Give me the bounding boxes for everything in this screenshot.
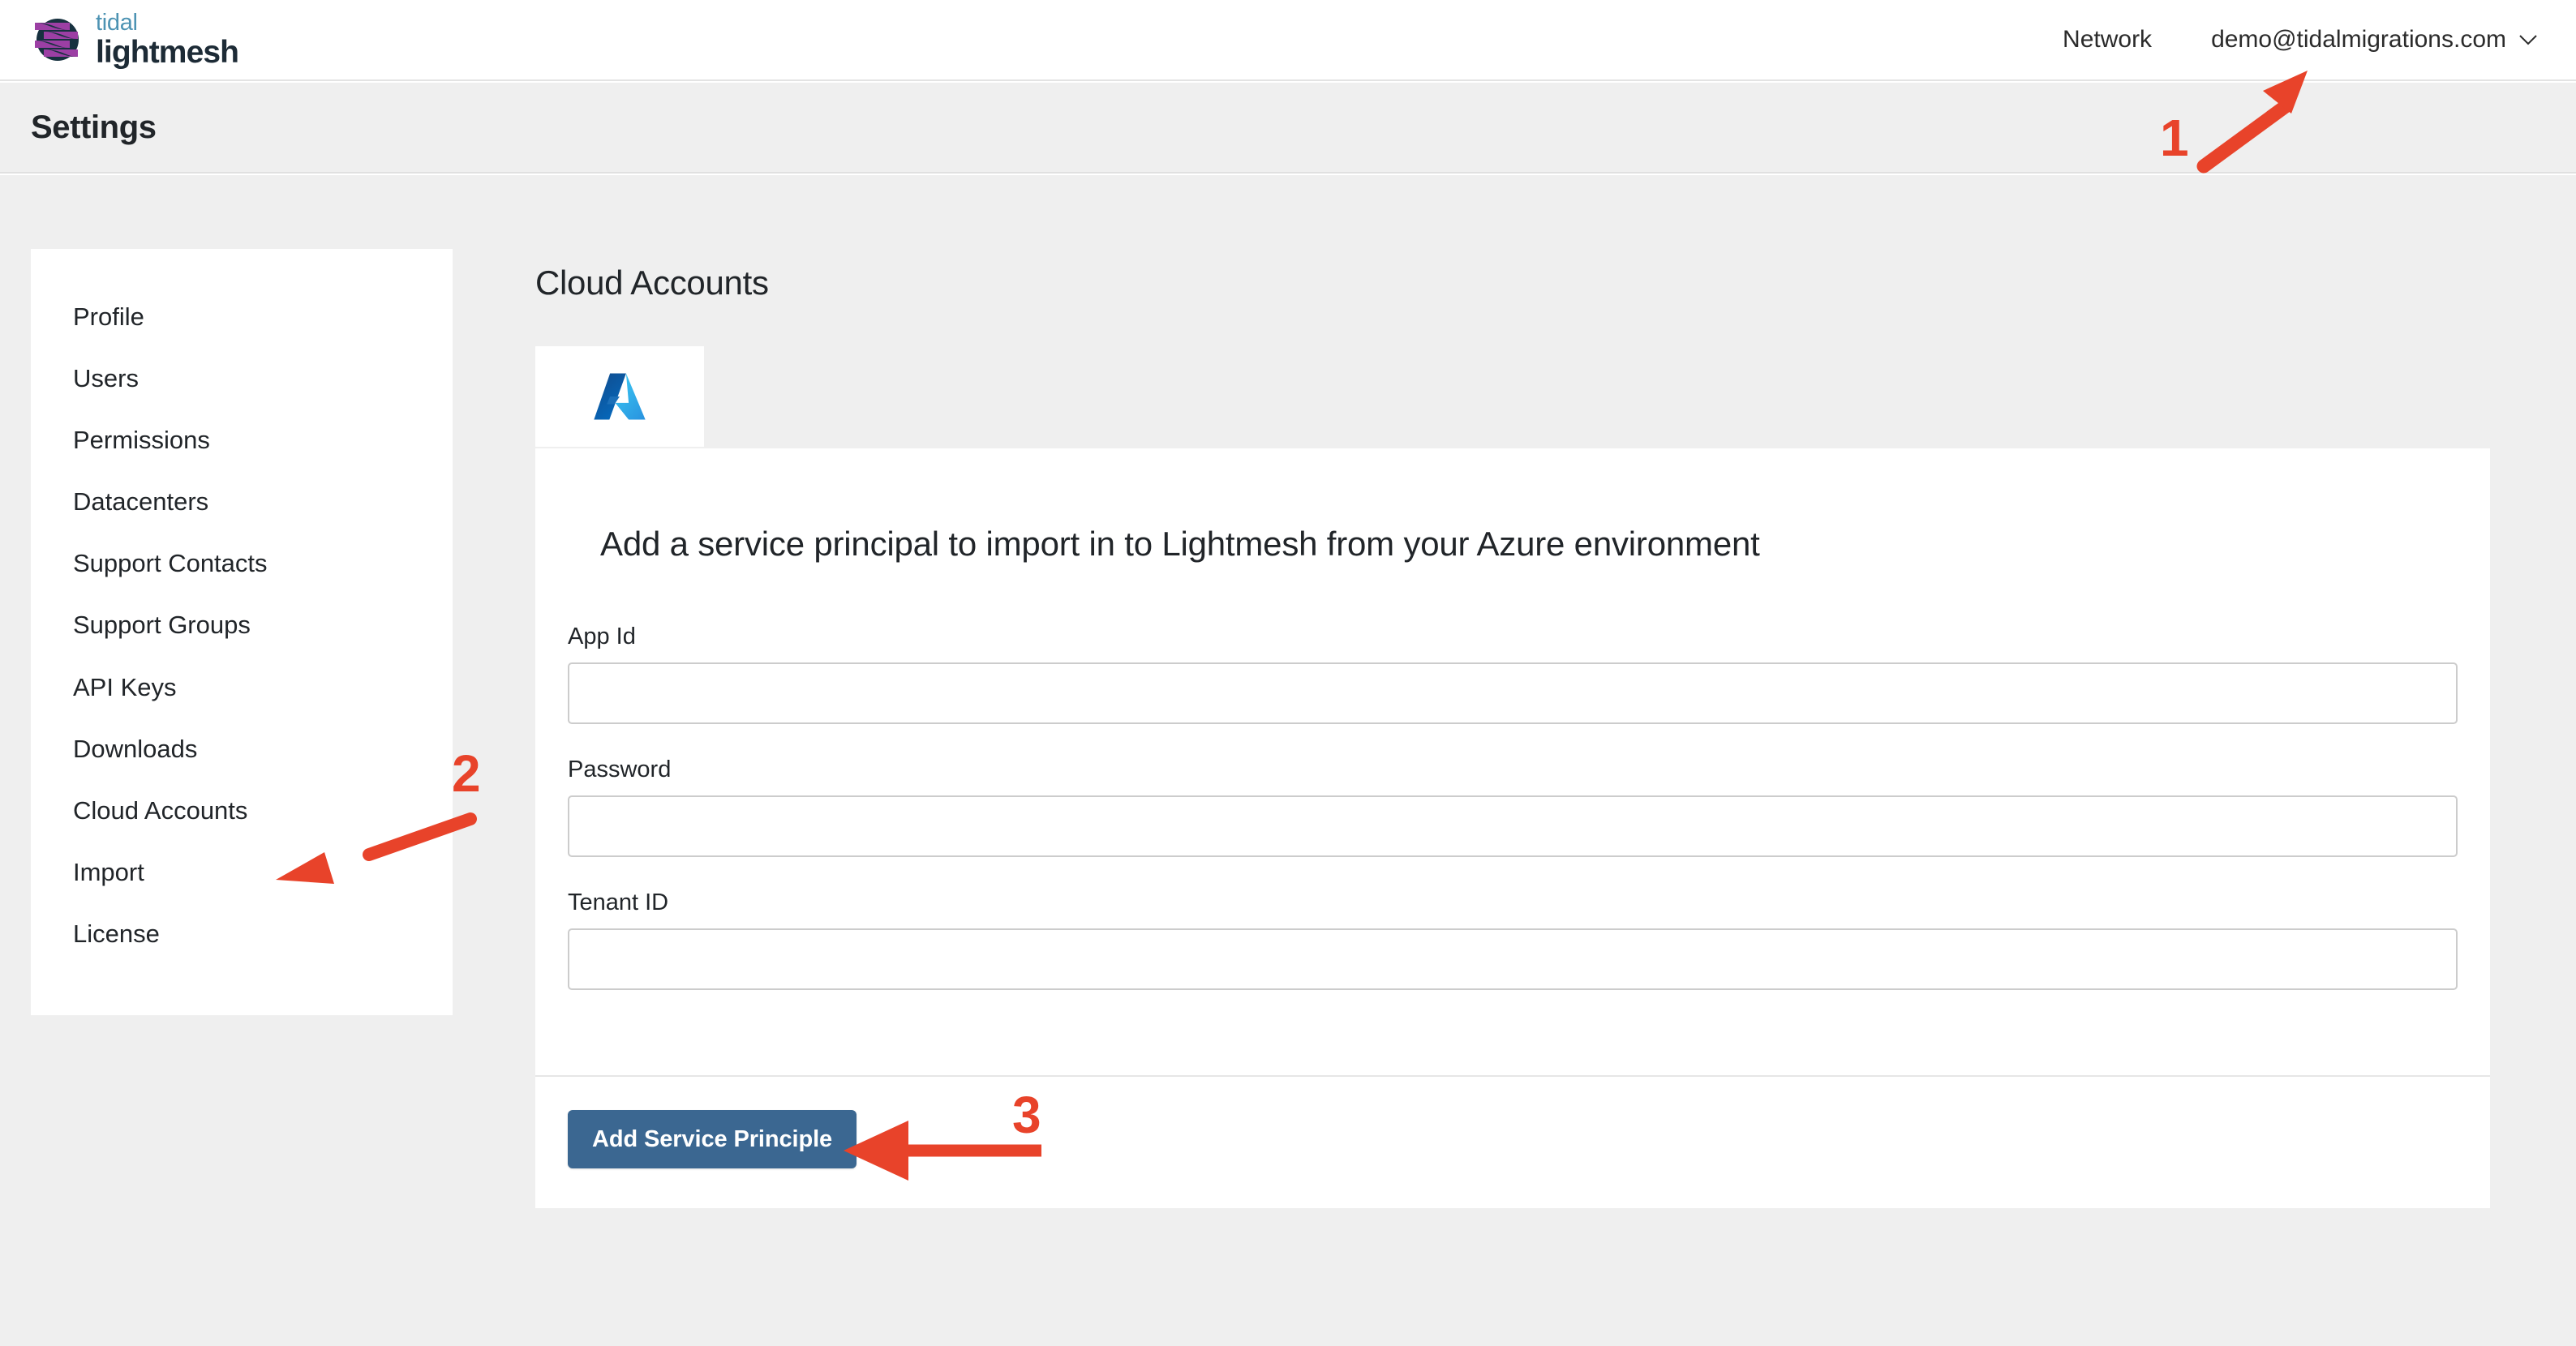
sidebar-item-api-keys[interactable]: API Keys (31, 657, 453, 718)
top-navigation-bar: tidal lightmesh Network demo@tidalmigrat… (0, 0, 2576, 81)
form-submit-row: Add Service Principle (568, 1110, 857, 1168)
add-service-principle-button[interactable]: Add Service Principle (568, 1110, 857, 1168)
top-navigation-right-group: Network demo@tidalmigrations.com (2063, 26, 2537, 54)
sidebar-item-profile[interactable]: Profile (31, 286, 453, 348)
nav-link-network[interactable]: Network (2063, 26, 2152, 54)
service-principal-form: App Id Password Tenant ID (568, 624, 2458, 990)
cloud-provider-tabs (535, 346, 704, 447)
brand-logo-link[interactable]: tidal lightmesh (32, 10, 239, 70)
field-label-tenant-id: Tenant ID (568, 889, 669, 915)
brand-word-tidal: tidal (96, 10, 138, 36)
settings-sidebar: Profile Users Permissions Datacenters Su… (31, 249, 453, 1016)
tab-azure[interactable] (535, 346, 704, 447)
sidebar-item-import[interactable]: Import (31, 842, 453, 903)
sidebar-item-support-contacts[interactable]: Support Contacts (31, 533, 453, 594)
sidebar-item-support-groups[interactable]: Support Groups (31, 594, 453, 656)
app-root: tidal lightmesh Network demo@tidalmigrat… (0, 0, 2576, 1346)
field-label-app-id: App Id (568, 624, 636, 649)
field-label-password: Password (568, 757, 672, 782)
tenant-id-input[interactable] (568, 928, 2458, 990)
content-title: Cloud Accounts (535, 264, 769, 302)
sidebar-item-cloud-accounts[interactable]: Cloud Accounts (31, 780, 453, 842)
sidebar-item-permissions[interactable]: Permissions (31, 409, 453, 471)
brand-wordmark: tidal lightmesh (96, 10, 239, 70)
azure-service-principal-card: Add a service principal to import in to … (535, 448, 2490, 1208)
form-heading: Add a service principal to import in to … (600, 525, 1760, 563)
page-title: Settings (31, 109, 157, 145)
field-tenant-id: Tenant ID (568, 889, 2458, 990)
page-header: Settings (0, 83, 2576, 174)
sidebar-item-downloads[interactable]: Downloads (31, 718, 453, 780)
tidal-lightmesh-logo-icon (35, 19, 79, 61)
field-app-id: App Id (568, 624, 2458, 724)
password-input[interactable] (568, 795, 2458, 857)
app-id-input[interactable] (568, 662, 2458, 724)
chevron-down-icon (2519, 35, 2537, 45)
form-divider (535, 1075, 2490, 1077)
sidebar-item-users[interactable]: Users (31, 348, 453, 409)
field-password: Password (568, 757, 2458, 857)
sidebar-item-license[interactable]: License (31, 903, 453, 965)
brand-word-lightmesh: lightmesh (96, 35, 239, 70)
user-email-label: demo@tidalmigrations.com (2211, 26, 2506, 53)
azure-logo-icon (594, 373, 646, 420)
user-email-dropdown[interactable]: demo@tidalmigrations.com (2211, 26, 2537, 54)
sidebar-item-datacenters[interactable]: Datacenters (31, 471, 453, 533)
